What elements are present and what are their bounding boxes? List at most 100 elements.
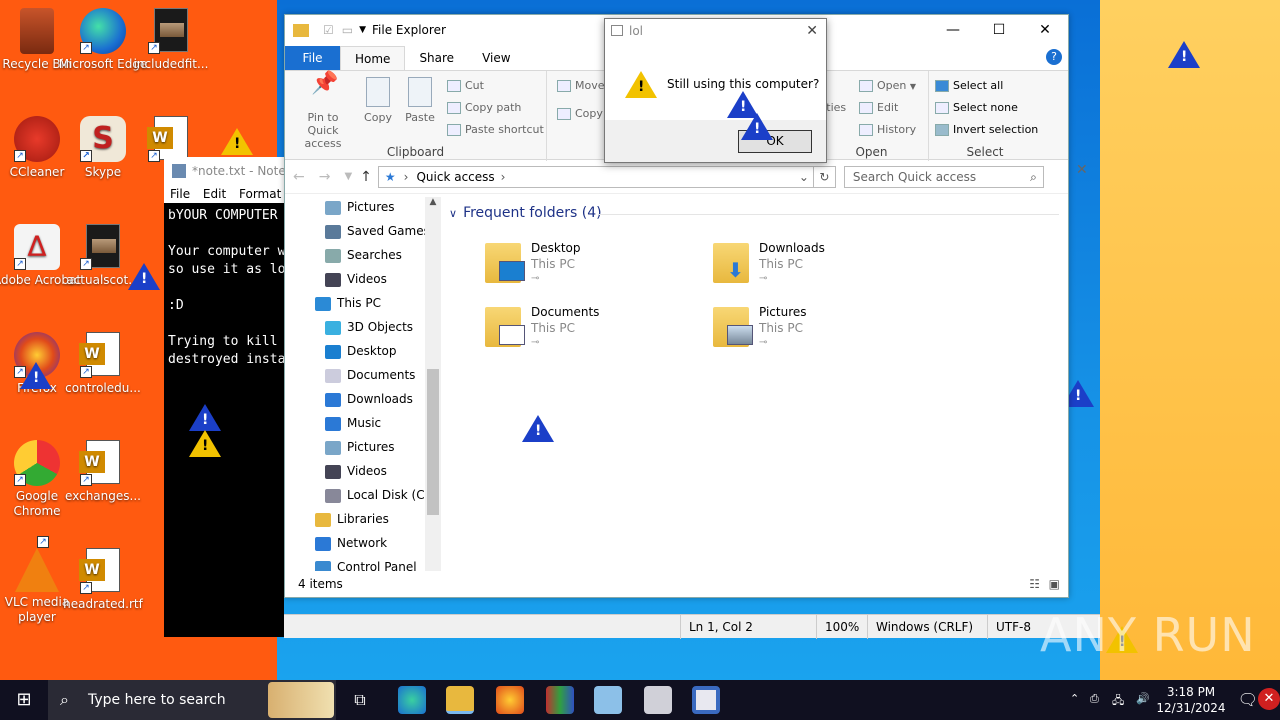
start-button[interactable]: ⊞: [0, 680, 48, 720]
desktop-icon-controledu[interactable]: W ↗ controledu...: [58, 332, 148, 396]
folder-desktop[interactable]: Desktop This PC ⊸: [485, 239, 705, 295]
address-dropdown-icon[interactable]: ⌄: [799, 170, 809, 184]
refresh-button[interactable]: ↻: [813, 165, 836, 188]
new-folder-icon[interactable]: ▭: [342, 23, 353, 37]
nav-item-desktop[interactable]: Desktop: [285, 339, 441, 363]
desktop-icon-headrated-rtf[interactable]: W ↗ headrated.rtf: [58, 548, 148, 612]
invert-selection-button[interactable]: Invert selection: [935, 123, 1038, 136]
notepad-title-bar[interactable]: *note.txt - Notep: [164, 157, 284, 185]
quick-access-toolbar-icon[interactable]: ☑: [323, 23, 334, 37]
address-bar[interactable]: ★ › Quick access › ⌄: [377, 165, 814, 188]
copy-button[interactable]: Copy: [361, 77, 395, 124]
desktop-icon-label: controledu...: [65, 381, 141, 395]
notepad-window[interactable]: *note.txt - Notep File Edit Format bYOUR…: [164, 157, 284, 637]
tab-view[interactable]: View: [468, 46, 524, 70]
desktop-icon-exchanges[interactable]: W ↗ exchanges...: [58, 440, 148, 504]
dialog-footer: OK: [605, 120, 826, 162]
volume-icon[interactable]: 🔊: [1136, 692, 1150, 705]
file-explorer-taskbar-icon[interactable]: [446, 686, 474, 714]
up-button[interactable]: ↑: [360, 169, 372, 185]
notepad-text-area[interactable]: bYOUR COMPUTER Your computer w so use it…: [164, 203, 284, 623]
search-highlight-icon[interactable]: [268, 682, 334, 718]
nav-item-downloads[interactable]: Downloads: [285, 387, 441, 411]
folder-documents[interactable]: Documents This PC ⊸: [485, 303, 705, 359]
scrollbar-thumb[interactable]: [427, 369, 439, 515]
nav-item-3d-objects[interactable]: 3D Objects: [285, 315, 441, 339]
address-text[interactable]: Quick access: [416, 170, 494, 184]
maximize-button[interactable]: ☐: [976, 15, 1022, 45]
details-view-icon[interactable]: ☷: [1029, 571, 1040, 597]
folder-downloads[interactable]: ⬇ Downloads This PC ⊸: [713, 239, 933, 295]
select-none-button[interactable]: Select none: [935, 101, 1018, 114]
back-button[interactable]: ←: [293, 169, 305, 185]
warning-icon: !: [189, 430, 221, 457]
nav-item-videos[interactable]: Videos: [285, 459, 441, 483]
folder-pictures[interactable]: Pictures This PC ⊸: [713, 303, 933, 359]
edit-icon: [859, 102, 873, 114]
nav-item-music[interactable]: Music: [285, 411, 441, 435]
nav-item-searches[interactable]: Searches: [285, 243, 441, 267]
open-button[interactable]: Open ▼: [859, 79, 916, 92]
nav-item-label: Videos: [347, 464, 387, 478]
copy-to-button[interactable]: Copy: [557, 107, 603, 120]
edge-taskbar-icon[interactable]: [398, 686, 426, 714]
tab-home[interactable]: Home: [340, 46, 406, 70]
nav-scrollbar[interactable]: ▲ ▼: [425, 197, 441, 583]
nav-item-documents[interactable]: Documents: [285, 363, 441, 387]
network-icon[interactable]: 🖧: [1112, 692, 1124, 711]
notifications-icon[interactable]: 🗨: [1238, 690, 1258, 709]
move-to-button[interactable]: Move: [557, 79, 605, 92]
nav-item-videos[interactable]: Videos: [285, 267, 441, 291]
nav-item-pictures[interactable]: Pictures: [285, 435, 441, 459]
dialog-taskbar-icon[interactable]: [692, 686, 720, 714]
winrar-taskbar-icon[interactable]: [546, 686, 574, 714]
menu-format[interactable]: Format: [239, 187, 281, 201]
firefox-taskbar-icon[interactable]: [496, 686, 524, 714]
clock[interactable]: 3:18 PM 12/31/2024: [1156, 684, 1226, 716]
history-button[interactable]: History: [859, 123, 916, 136]
close-icon[interactable]: ✕: [1076, 162, 1088, 178]
nav-item-pictures[interactable]: Pictures: [285, 195, 441, 219]
large-icons-view-icon[interactable]: ▣: [1049, 571, 1060, 597]
notepad-taskbar-icon[interactable]: [594, 686, 622, 714]
close-icon[interactable]: ✕: [806, 19, 818, 43]
recent-locations-icon[interactable]: ▼: [344, 171, 352, 182]
warning-icon: !: [189, 404, 221, 431]
message-dialog[interactable]: lol ✕ ! Still using this computer? OK: [604, 18, 827, 163]
content-pane[interactable]: ∨ Frequent folders (4) Desktop This PC ⊸ …: [449, 205, 1069, 585]
desktop-background-yellow: [1100, 0, 1280, 680]
dialog-title-bar[interactable]: lol ✕: [605, 19, 826, 45]
edit-button[interactable]: Edit: [859, 101, 898, 114]
nav-item-local-disk-c[interactable]: Local Disk (C:): [285, 483, 441, 507]
minimize-button[interactable]: —: [930, 15, 976, 45]
menu-edit[interactable]: Edit: [203, 187, 226, 201]
desktop-icon-includedfit[interactable]: ↗ includedfit...: [126, 8, 216, 72]
chevron-up-icon[interactable]: ⌃: [1070, 692, 1079, 705]
nav-item-network[interactable]: Network: [285, 531, 441, 555]
shortcut-arrow-icon: ↗: [80, 150, 92, 162]
help-icon[interactable]: ?: [1046, 49, 1062, 65]
tab-file[interactable]: File: [285, 46, 340, 70]
frequent-folders-header[interactable]: ∨ Frequent folders (4): [449, 205, 1069, 221]
paste-shortcut-button[interactable]: Paste shortcut: [447, 123, 544, 136]
task-view-icon[interactable]: ⧉: [346, 686, 374, 714]
pin-to-quick-access-button[interactable]: 📌 Pin to Quick access: [291, 73, 355, 151]
select-all-button[interactable]: Select all: [935, 79, 1003, 92]
chevron-down-icon[interactable]: ▼: [359, 25, 366, 35]
nav-item-libraries[interactable]: Libraries: [285, 507, 441, 531]
nav-item-this-pc[interactable]: This PC: [285, 291, 441, 315]
search-input[interactable]: Search Quick access ⌕: [843, 165, 1044, 188]
tab-share[interactable]: Share: [405, 46, 468, 70]
menu-file[interactable]: File: [170, 187, 190, 201]
paste-button[interactable]: Paste: [403, 77, 437, 124]
app-taskbar-icon[interactable]: [644, 686, 672, 714]
scroll-up-icon[interactable]: ▲: [425, 197, 441, 207]
navigation-pane[interactable]: Pictures Saved Games Searches Videos This PC…: [285, 195, 441, 585]
copy-path-button[interactable]: Copy path: [447, 101, 521, 114]
cut-button[interactable]: Cut: [447, 79, 484, 92]
nav-item-saved-games[interactable]: Saved Games: [285, 219, 441, 243]
forward-button[interactable]: →: [319, 169, 331, 185]
bluetooth-icon[interactable]: ⎙: [1090, 692, 1099, 706]
close-button[interactable]: ✕: [1022, 15, 1068, 45]
video-file-icon: ↗: [80, 224, 126, 270]
